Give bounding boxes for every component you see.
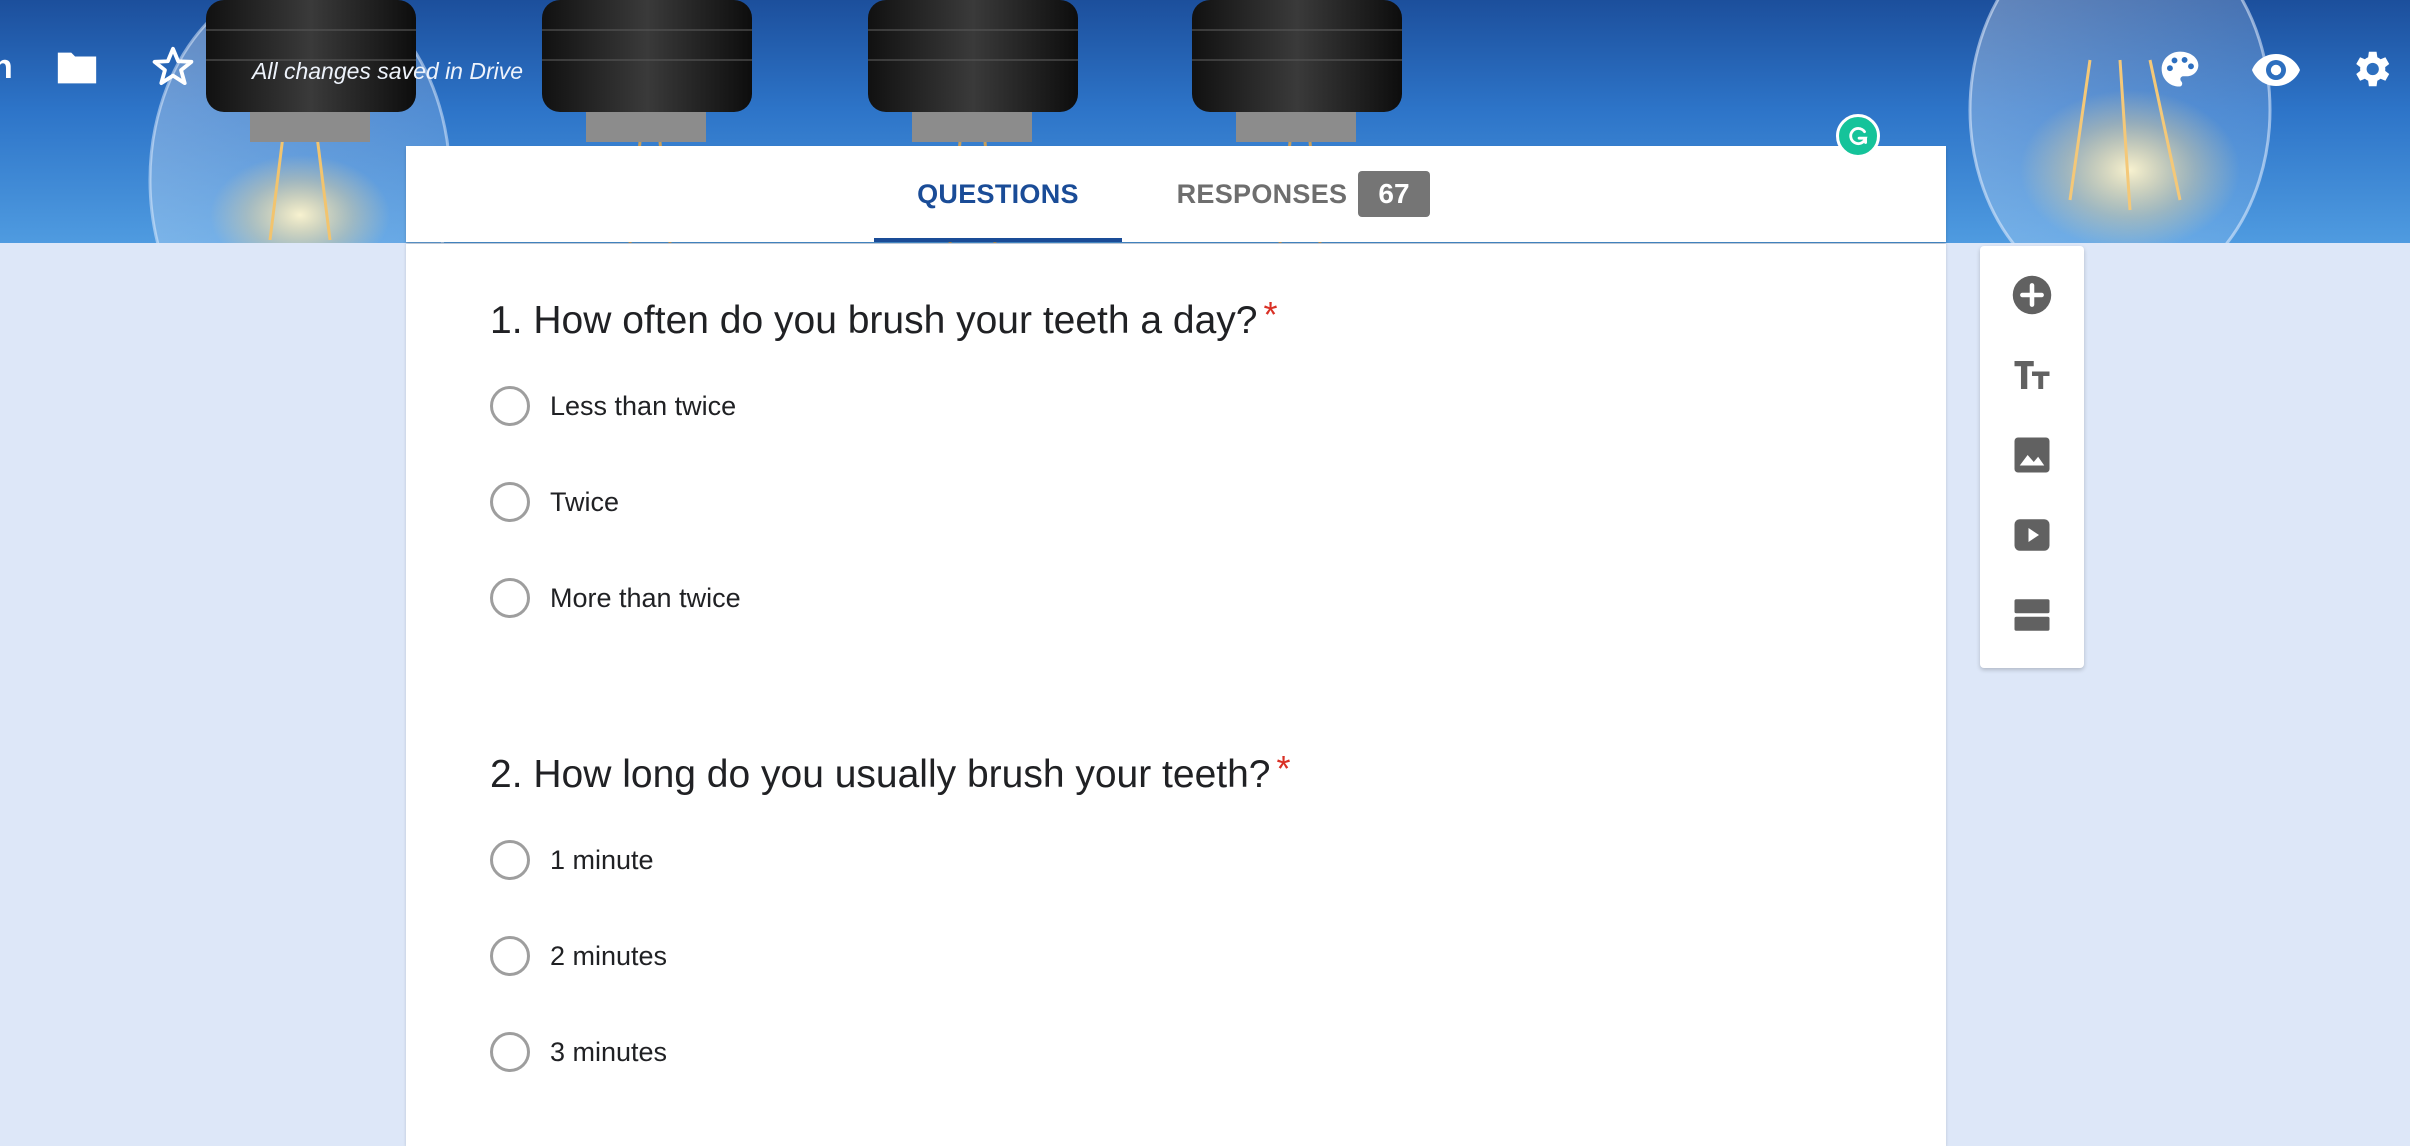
- eye-icon[interactable]: [2250, 52, 2302, 88]
- option-3-minutes[interactable]: 3 minutes: [490, 1032, 667, 1072]
- option-more-than-twice[interactable]: More than twice: [490, 578, 741, 618]
- option-label: 1 minute: [550, 844, 654, 875]
- option-label: 2 minutes: [550, 940, 668, 971]
- option-label: Less than twice: [550, 390, 737, 421]
- grammarly-icon[interactable]: [1836, 114, 1880, 158]
- radio-button[interactable]: [490, 936, 530, 976]
- tab-questions[interactable]: QUESTIONS: [874, 146, 1122, 242]
- radio-button[interactable]: [490, 578, 530, 618]
- question-1: 1. How often do you brush your teeth a d…: [490, 294, 1278, 618]
- radio-button[interactable]: [490, 1032, 530, 1072]
- add-title-icon: [2014, 361, 2050, 389]
- add-image-icon: [2014, 437, 2050, 473]
- add-title-button[interactable]: [2010, 353, 2054, 397]
- question-2-title: 2. How long do you usually brush your te…: [490, 753, 1271, 796]
- form-tab-bar: QUESTIONS RESPONSES 67: [406, 146, 1946, 242]
- form-card: 1. How often do you brush your teeth a d…: [406, 244, 1946, 1146]
- grammarly-g-icon: [1849, 127, 1868, 145]
- folder-icon[interactable]: [54, 48, 100, 88]
- required-mark: *: [1263, 294, 1278, 335]
- gear-icon[interactable]: [2348, 46, 2394, 92]
- star-icon[interactable]: [150, 44, 196, 90]
- option-label: More than twice: [550, 582, 741, 613]
- radio-button[interactable]: [490, 482, 530, 522]
- add-question-button[interactable]: [2010, 273, 2054, 317]
- responses-count-badge[interactable]: 67: [1358, 171, 1430, 217]
- add-video-button[interactable]: [2010, 513, 2054, 557]
- option-2-minutes[interactable]: 2 minutes: [490, 936, 667, 976]
- option-less-than-twice[interactable]: Less than twice: [490, 386, 736, 426]
- add-section-icon: [2014, 599, 2050, 631]
- add-video-icon: [2014, 519, 2050, 551]
- option-twice[interactable]: Twice: [490, 482, 619, 522]
- tab-responses[interactable]: RESPONSES: [1162, 146, 1362, 242]
- add-question-icon: [2012, 275, 2052, 315]
- required-mark: *: [1276, 748, 1291, 789]
- option-label: 3 minutes: [550, 1036, 668, 1067]
- option-1-minute[interactable]: 1 minute: [490, 840, 654, 880]
- form-side-toolbar: [1980, 246, 2084, 668]
- add-image-button[interactable]: [2010, 433, 2054, 477]
- palette-icon[interactable]: [2158, 48, 2202, 92]
- radio-button[interactable]: [490, 840, 530, 880]
- form-title-fragment[interactable]: n: [0, 48, 13, 87]
- save-status-text: All changes saved in Drive: [252, 58, 524, 84]
- question-2: 2. How long do you usually brush your te…: [490, 748, 1291, 1072]
- question-1-title: 1. How often do you brush your teeth a d…: [490, 299, 1258, 342]
- add-section-button[interactable]: [2010, 593, 2054, 637]
- radio-button[interactable]: [490, 386, 530, 426]
- option-label: Twice: [550, 486, 620, 517]
